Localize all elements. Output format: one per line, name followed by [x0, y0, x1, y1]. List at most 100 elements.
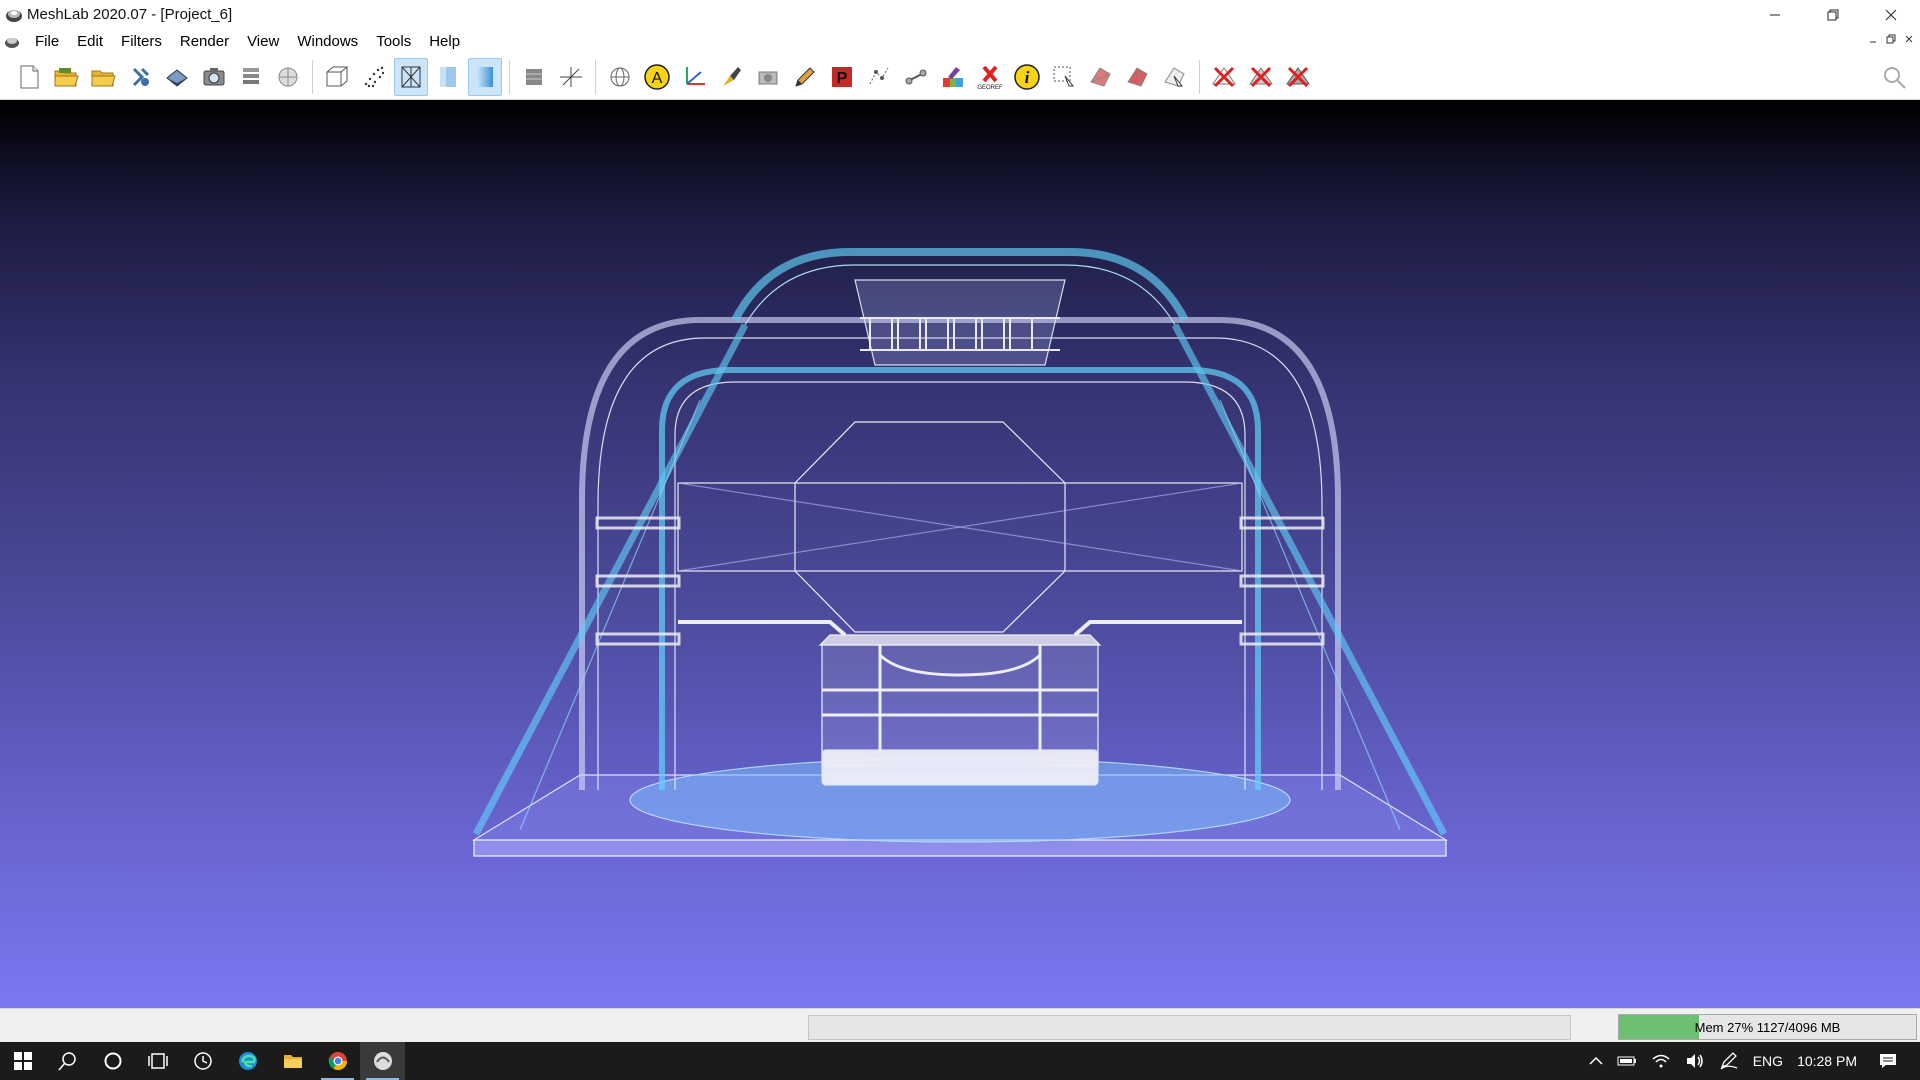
3d-viewport[interactable]: [0, 100, 1920, 1008]
menu-bar: File Edit Filters Render View Windows To…: [0, 29, 1920, 55]
measure-button[interactable]: [899, 58, 933, 96]
main-toolbar: A P GEOREF i: [0, 55, 1920, 100]
bounding-box-button[interactable]: [320, 58, 354, 96]
smooth-shading-icon: [477, 67, 493, 87]
pencil-icon: [795, 67, 815, 87]
battery-icon: [1617, 1056, 1636, 1066]
delete-all-button[interactable]: [1281, 58, 1315, 96]
mdi-restore-button[interactable]: [1884, 32, 1898, 46]
minimize-icon: [1770, 14, 1780, 15]
import-mesh-button[interactable]: [86, 58, 120, 96]
svg-text:GEOREF: GEOREF: [977, 85, 1003, 91]
snapshot-button[interactable]: [197, 58, 231, 96]
menu-edit[interactable]: Edit: [68, 29, 112, 55]
meshlab-taskbar-button[interactable]: [360, 1042, 405, 1080]
select-region-button[interactable]: [1158, 58, 1192, 96]
task-view-icon: [147, 1053, 168, 1069]
action-center-button[interactable]: [1864, 1042, 1920, 1080]
close-button[interactable]: [1862, 0, 1920, 29]
pencil-button[interactable]: [788, 58, 822, 96]
svg-text:A: A: [652, 70, 663, 87]
paint-brush-select-button[interactable]: [714, 58, 748, 96]
color-paint-button[interactable]: [936, 58, 970, 96]
tray-wifi-button[interactable]: [1644, 1042, 1678, 1080]
save-mesh-button[interactable]: [160, 58, 194, 96]
chevron-up-icon: [1589, 1056, 1603, 1065]
tray-language-button[interactable]: ENG: [1746, 1042, 1790, 1080]
points-icon: [364, 66, 385, 88]
wireframe-button[interactable]: [394, 58, 428, 96]
reload-icon: [132, 67, 150, 87]
pickpoints-button[interactable]: P: [825, 58, 859, 96]
delete-vertices-button[interactable]: [1207, 58, 1241, 96]
chrome-button[interactable]: [315, 1042, 360, 1080]
info-button[interactable]: i: [1010, 58, 1044, 96]
axis-icon: [560, 67, 582, 87]
paint-brush-select-icon: [723, 67, 741, 86]
smooth-shading-button[interactable]: [468, 58, 502, 96]
restore-button[interactable]: [1804, 0, 1862, 29]
file-explorer-button[interactable]: [270, 1042, 315, 1080]
tray-volume-button[interactable]: [1678, 1042, 1712, 1080]
decorate-button[interactable]: [517, 58, 551, 96]
layer-stack-button[interactable]: [234, 58, 268, 96]
mesh-render: [471, 248, 1449, 857]
select-faces-button[interactable]: [1047, 58, 1081, 96]
menu-help[interactable]: Help: [420, 29, 469, 55]
delete-all-icon: [1286, 66, 1310, 88]
menu-tools[interactable]: Tools: [367, 29, 420, 55]
clock-app-button[interactable]: [180, 1042, 225, 1080]
mdi-close-button[interactable]: [1902, 32, 1916, 46]
measure-icon: [905, 69, 927, 85]
camera-icon: [758, 71, 778, 85]
tray-overflow-button[interactable]: [1582, 1042, 1610, 1080]
document-system-menu-icon[interactable]: [4, 34, 20, 50]
georef-icon: GEOREF: [977, 65, 1003, 91]
open-project-button[interactable]: [49, 58, 83, 96]
edge-button[interactable]: [225, 1042, 270, 1080]
chrome-icon: [328, 1052, 347, 1071]
tray-clock-button[interactable]: 10:28 PM: [1790, 1042, 1864, 1080]
menu-filters[interactable]: Filters: [112, 29, 171, 55]
snapshot-icon: [203, 68, 225, 86]
svg-text:P: P: [837, 70, 848, 87]
minimize-button[interactable]: [1746, 0, 1804, 29]
select-connected-button[interactable]: [1121, 58, 1155, 96]
open-project-icon: [54, 68, 79, 87]
trackball-button[interactable]: [603, 58, 637, 96]
cortana-button[interactable]: [90, 1042, 135, 1080]
mdi-minimize-button[interactable]: [1866, 32, 1880, 46]
new-project-button[interactable]: [12, 58, 46, 96]
start-button[interactable]: [0, 1042, 45, 1080]
toolbar-separator: [312, 60, 313, 94]
raster-button[interactable]: [271, 58, 305, 96]
toolbar-separator: [509, 60, 510, 94]
align-button[interactable]: [862, 58, 896, 96]
delete-faces-button[interactable]: [1244, 58, 1278, 96]
new-project-icon: [20, 65, 39, 89]
task-view-button[interactable]: [135, 1042, 180, 1080]
layer-stack-icon: [243, 68, 259, 84]
points-button[interactable]: [357, 58, 391, 96]
toolbar-separator: [595, 60, 596, 94]
meshlab-app-icon: [6, 9, 22, 22]
annotate-button[interactable]: A: [640, 58, 674, 96]
axis-button[interactable]: [554, 58, 588, 96]
menu-file[interactable]: File: [26, 29, 68, 55]
memory-label: Mem 27% 1127/4096 MB: [1694, 1019, 1841, 1035]
clock-app-icon: [193, 1052, 212, 1070]
tray-pen-button[interactable]: [1712, 1042, 1746, 1080]
georef-button[interactable]: GEOREF: [973, 58, 1007, 96]
xyz-axes-button[interactable]: [677, 58, 711, 96]
menu-render[interactable]: Render: [171, 29, 238, 55]
toolbar-search-button[interactable]: [1878, 59, 1912, 97]
search-icon: [1884, 67, 1906, 89]
menu-view[interactable]: View: [238, 29, 288, 55]
select-vertices-button[interactable]: [1084, 58, 1118, 96]
flat-shading-button[interactable]: [431, 58, 465, 96]
reload-button[interactable]: [123, 58, 157, 96]
search-button[interactable]: [45, 1042, 90, 1080]
menu-windows[interactable]: Windows: [288, 29, 367, 55]
tray-battery-button[interactable]: [1610, 1042, 1644, 1080]
camera-button[interactable]: [751, 58, 785, 96]
